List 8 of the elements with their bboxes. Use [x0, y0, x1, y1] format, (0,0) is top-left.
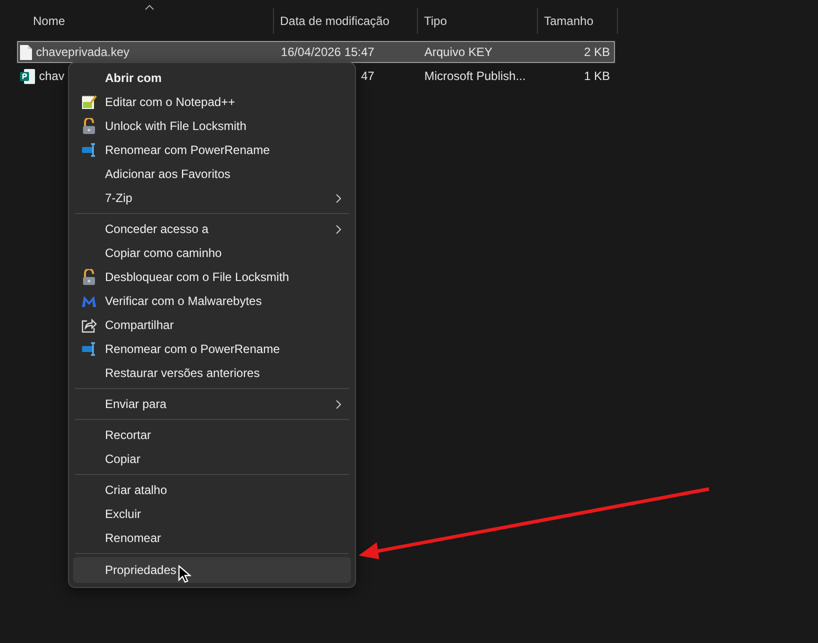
file-type: Microsoft Publish... [424, 69, 526, 83]
file-name: chaveprivada.key [36, 45, 130, 59]
modified-date: 16/04/2026 15:47 [280, 45, 374, 59]
file-size: 2 KB [584, 45, 610, 59]
file-type: Arquivo KEY [424, 45, 492, 59]
file-size: 1 KB [584, 69, 610, 83]
modified-date: 47 [360, 69, 374, 83]
file-name: chav [39, 69, 64, 83]
